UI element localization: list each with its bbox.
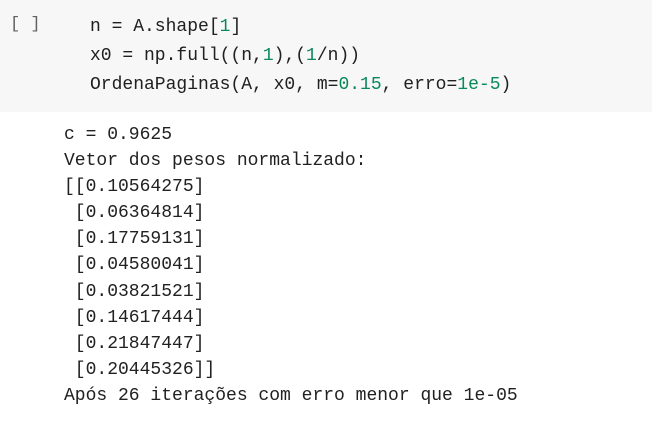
code-number-token: 1 bbox=[219, 17, 231, 37]
code-text-token: ) bbox=[500, 75, 512, 95]
output-line-weight: [0.17759131] bbox=[64, 229, 205, 250]
code-text-token: OrdenaPaginas(A, x0, m= bbox=[90, 75, 339, 95]
output-line-weight: [0.04580041] bbox=[64, 255, 205, 276]
code-cell[interactable]: [ ] n = A.shape[1] x0 = np.full((n,1),(1… bbox=[0, 0, 652, 112]
cell-output: c = 0.9625 Vetor dos pesos normalizado: [[… bbox=[64, 122, 518, 409]
run-cell-button[interactable]: [ ] bbox=[10, 15, 41, 35]
output-line-weight: [0.20445326]] bbox=[64, 359, 216, 380]
code-text-token: n = A.shape[ bbox=[90, 17, 220, 37]
output-line-c-value: c = 0.9625 bbox=[64, 125, 173, 145]
output-line-weight: [0.14617444] bbox=[64, 307, 205, 328]
code-editor[interactable]: n = A.shape[1] x0 = np.full((n,1),(1/n))… bbox=[90, 13, 511, 100]
code-number-token: 1 bbox=[262, 46, 274, 66]
output-line-weight: [0.21847447] bbox=[64, 333, 205, 354]
code-text-token: ),( bbox=[273, 46, 307, 66]
output-line-weight: [0.06364814] bbox=[64, 203, 205, 224]
output-line-weight: [0.03821521] bbox=[64, 281, 205, 302]
code-text-token: , erro= bbox=[381, 75, 458, 95]
output-line-weight: [[0.10564275] bbox=[64, 177, 205, 198]
code-number-token: 1e-5 bbox=[457, 75, 501, 95]
code-text-token: /n)) bbox=[316, 46, 361, 66]
code-line: n = A.shape[1] bbox=[90, 17, 241, 37]
code-number-token: 1 bbox=[306, 46, 317, 66]
code-number-token: 0.15 bbox=[338, 75, 382, 95]
output-line-heading: Vetor dos pesos normalizado: bbox=[64, 151, 367, 172]
code-text-token: x0 = np.full((n, bbox=[90, 46, 263, 66]
code-line: OrdenaPaginas(A, x0, m=0.15, erro=1e-5) bbox=[90, 75, 511, 95]
code-line: x0 = np.full((n,1),(1/n)) bbox=[90, 46, 360, 66]
output-line-summary: Após 26 iterações com erro menor que 1e-… bbox=[64, 385, 518, 406]
code-text-token: ] bbox=[230, 17, 242, 37]
